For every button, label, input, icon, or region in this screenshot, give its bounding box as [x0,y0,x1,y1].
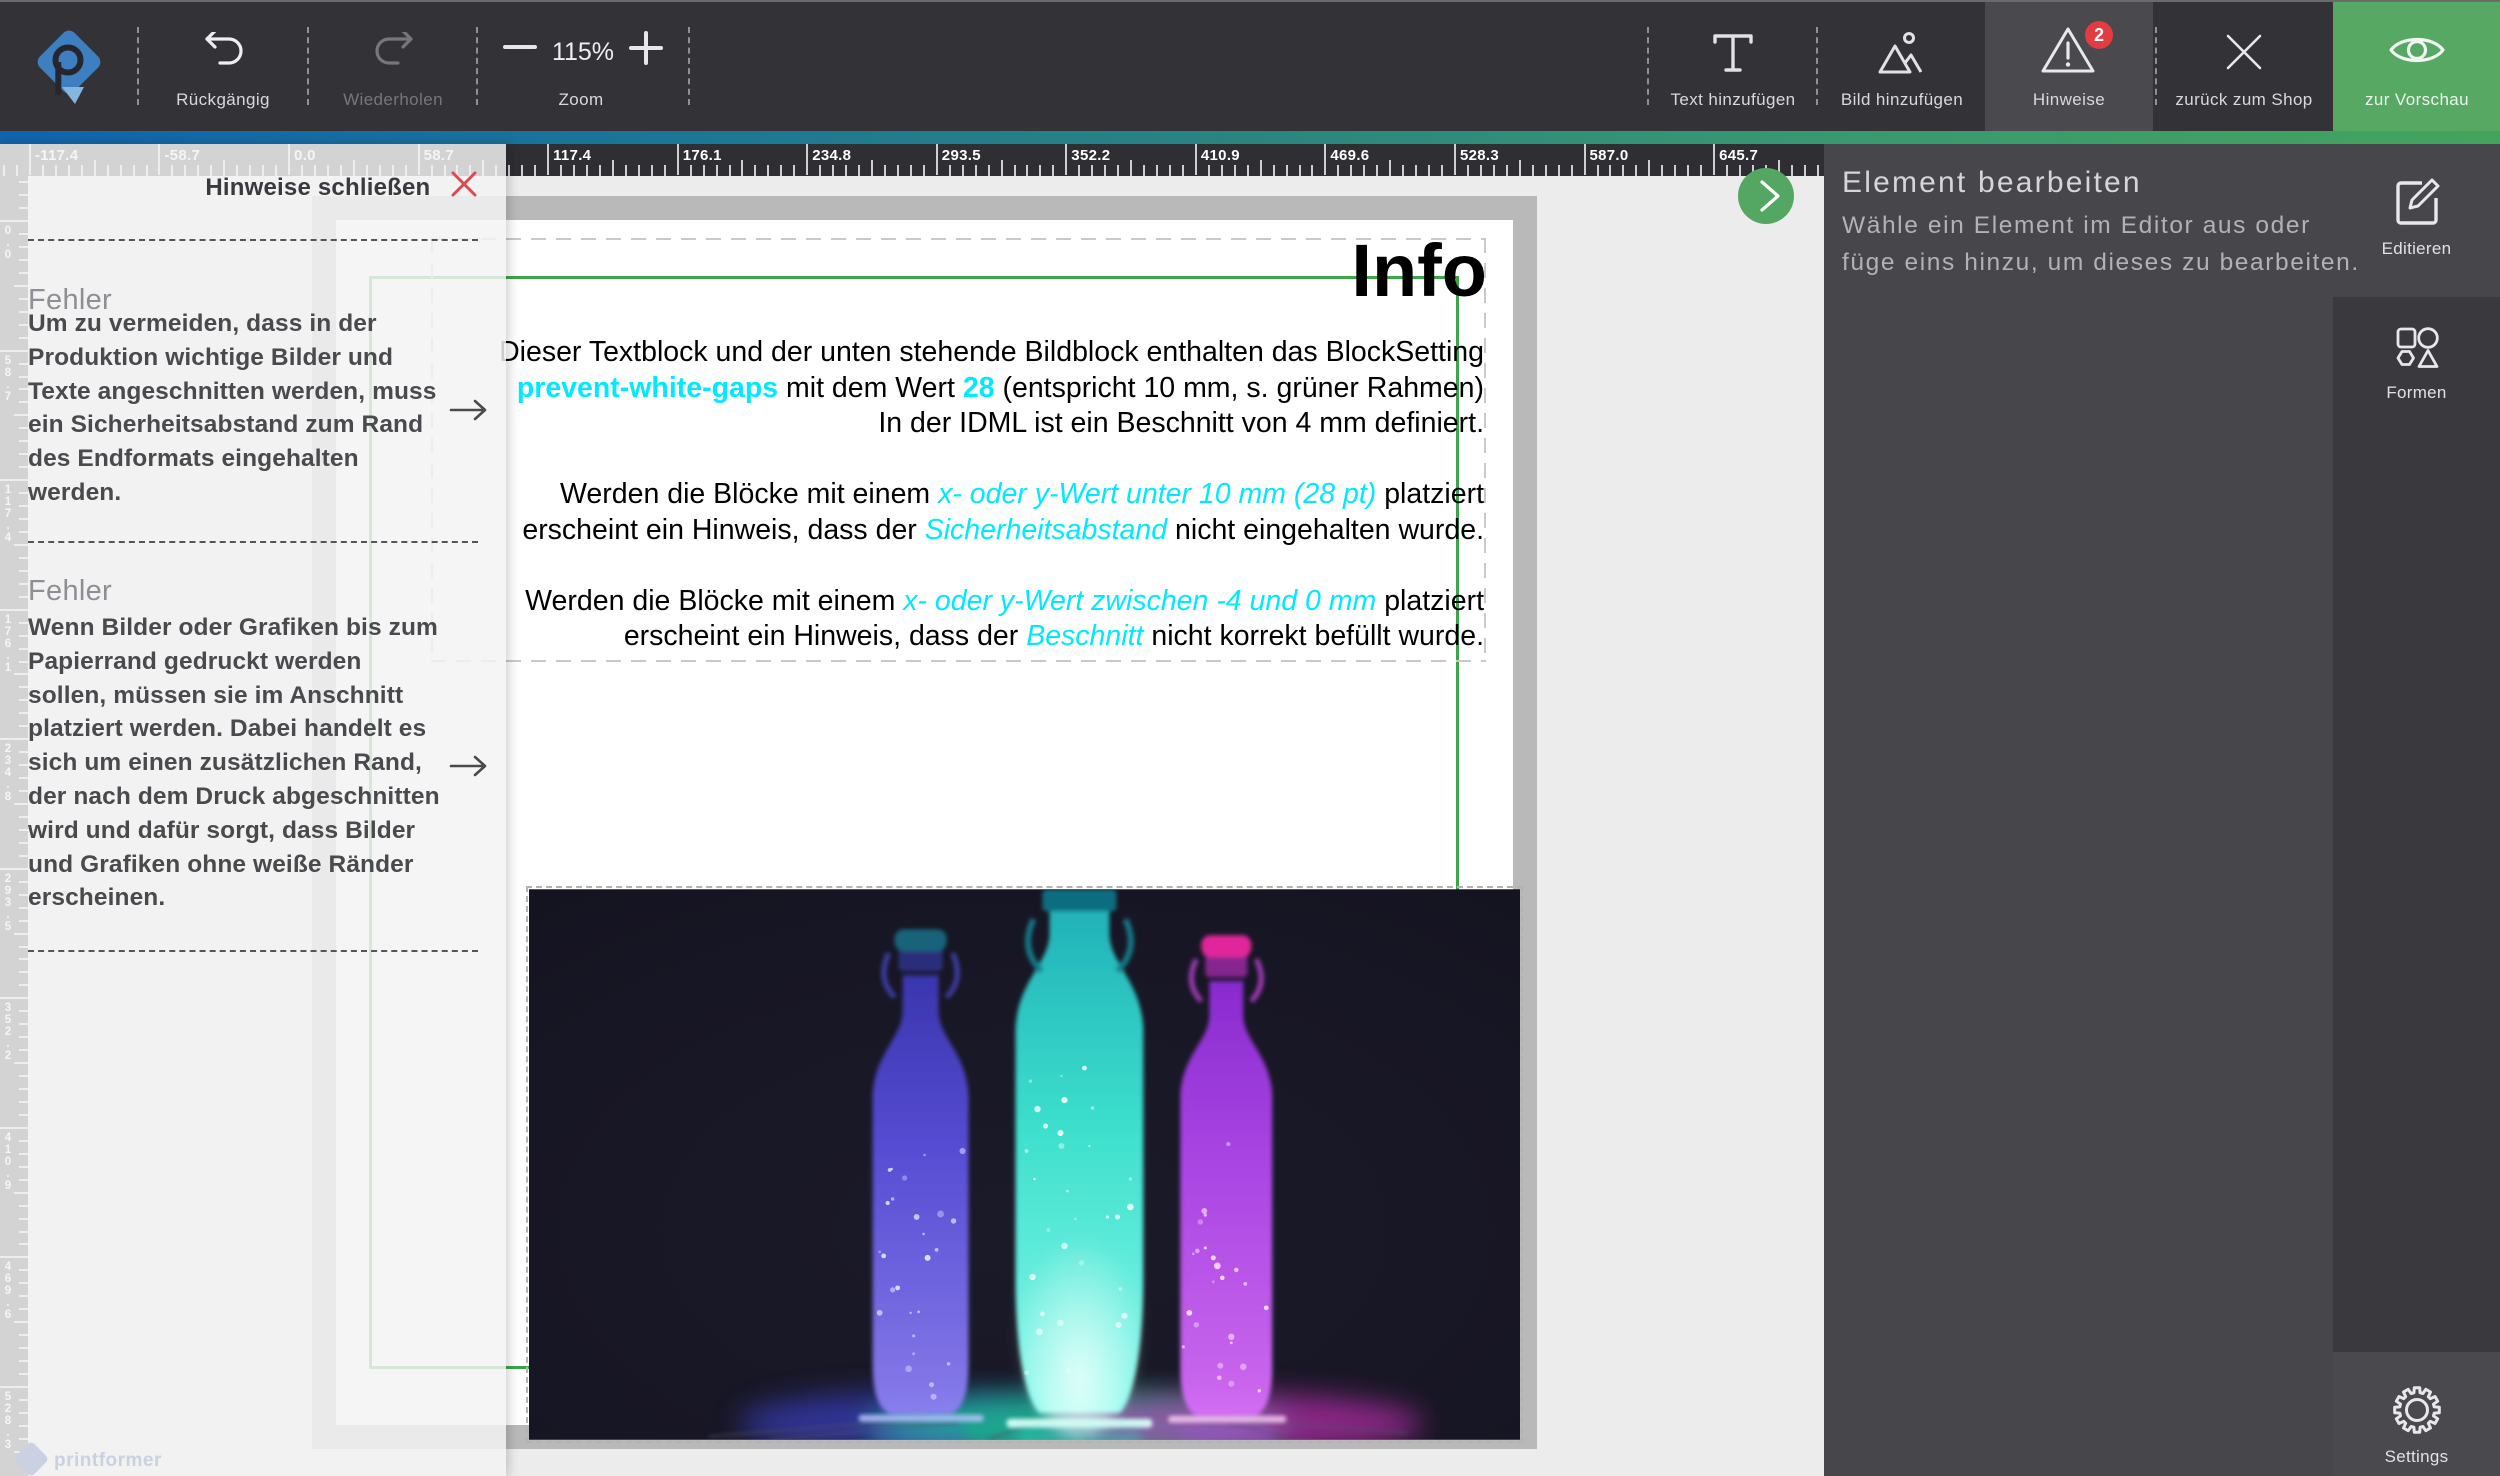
svg-text:printformer: printformer [54,1450,162,1471]
